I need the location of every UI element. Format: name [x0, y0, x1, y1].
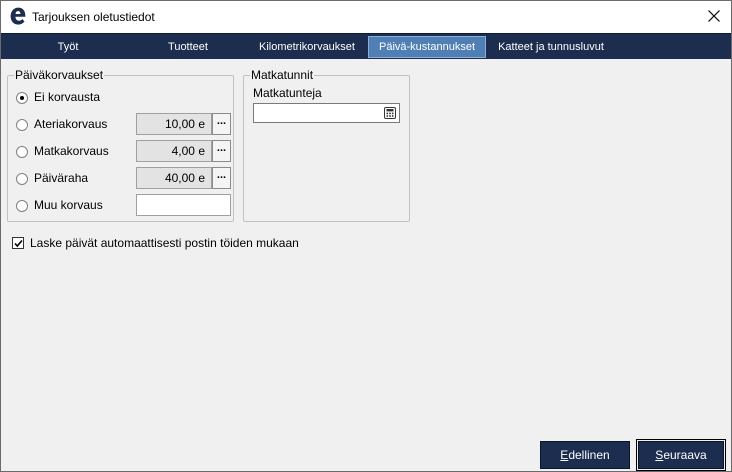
- radio-label: Muu korvaus: [34, 198, 103, 212]
- radio-button[interactable]: [16, 119, 28, 131]
- seuraava-label: euraava: [663, 448, 707, 462]
- paivaraha-more-button[interactable]: ...: [212, 167, 231, 189]
- checkmark-icon: [14, 239, 23, 248]
- ateriakorvaus-more-button[interactable]: ...: [212, 113, 231, 135]
- radio-label: Päiväraha: [34, 171, 89, 185]
- radio-button[interactable]: [16, 200, 28, 212]
- muu-korvaus-input[interactable]: [136, 194, 231, 216]
- tab-kilometrikorvaukset[interactable]: Kilometrikorvaukset: [251, 36, 363, 58]
- paivakorvaukset-legend: Päiväkorvaukset: [14, 68, 105, 82]
- radio-button[interactable]: [16, 146, 28, 158]
- auto-days-label: Laske päivät automaattisesti postin töid…: [30, 236, 299, 250]
- auto-days-checkbox[interactable]: [12, 237, 24, 249]
- app-logo-icon: [9, 6, 27, 26]
- matkakorvaus-amount-field: 4,00 e: [136, 140, 212, 162]
- seuraava-button[interactable]: Seuraava: [636, 439, 726, 471]
- title-bar: Tarjouksen oletustiedot: [1, 1, 731, 33]
- ateriakorvaus-amount-field: 10,00 e: [136, 113, 212, 135]
- edellinen-label: dellinen: [568, 448, 610, 462]
- close-button[interactable]: [697, 1, 731, 33]
- dialog-window: Tarjouksen oletustiedot Työt Tuotteet Ki…: [0, 0, 732, 472]
- paivakorvaukset-group: Päiväkorvaukset Ei korvausta Ateriakorva…: [7, 68, 234, 222]
- matkatunnit-legend: Matkatunnit: [250, 68, 315, 82]
- radio-button[interactable]: [16, 173, 28, 185]
- ellipsis-icon: ...: [216, 115, 227, 127]
- close-icon: [708, 10, 720, 22]
- tab-paiva-kustannukset[interactable]: Päivä-kustannukset: [368, 36, 486, 58]
- calculator-icon[interactable]: [383, 106, 397, 120]
- paivaraha-amount-field: 40,00 e: [136, 167, 212, 189]
- radio-label: Ateriakorvaus: [34, 117, 108, 131]
- tab-bar: Työt Tuotteet Kilometrikorvaukset Päivä-…: [1, 33, 731, 59]
- tab-tuotteet[interactable]: Tuotteet: [146, 36, 230, 58]
- radio-label: Matkakorvaus: [34, 144, 109, 158]
- ellipsis-icon: ...: [216, 142, 227, 154]
- tab-katteet-ja-tunnusluvut[interactable]: Katteet ja tunnusluvut: [491, 36, 611, 58]
- matkakorvaus-more-button[interactable]: ...: [212, 140, 231, 162]
- tab-tyot[interactable]: Työt: [25, 36, 111, 58]
- radio-button[interactable]: [16, 92, 28, 104]
- matkatunteja-label: Matkatunteja: [253, 86, 322, 100]
- window-title: Tarjouksen oletustiedot: [32, 10, 155, 24]
- radio-label: Ei korvausta: [34, 90, 101, 104]
- ellipsis-icon: ...: [216, 169, 227, 181]
- matkatunnit-group: Matkatunnit Matkatunteja: [243, 68, 410, 222]
- matkatunteja-input[interactable]: [253, 103, 400, 123]
- edellinen-button[interactable]: Edellinen: [540, 441, 630, 469]
